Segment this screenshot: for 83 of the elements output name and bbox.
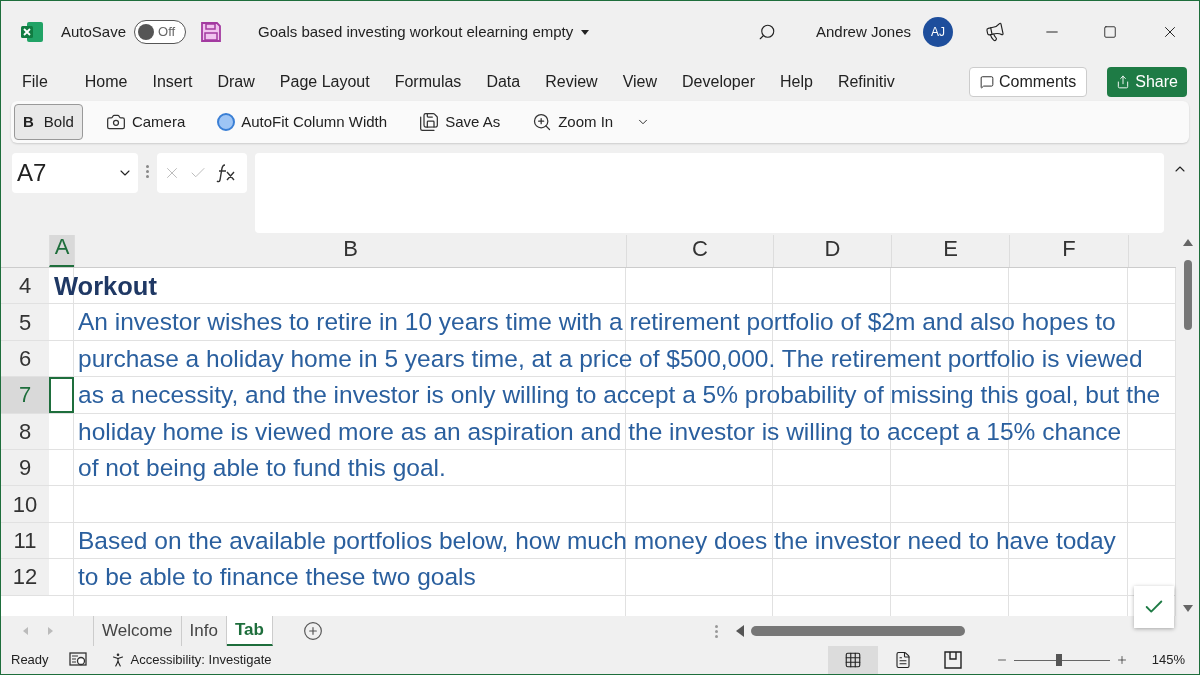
quick-analysis-popup[interactable]: [1134, 586, 1174, 628]
add-sheet-icon[interactable]: [302, 621, 323, 641]
menu-tab[interactable]: Review: [538, 67, 605, 97]
user-name: Andrew Jones: [815, 21, 911, 42]
menu-tab[interactable]: Home: [77, 67, 135, 97]
autosave-label: AutoSave: [61, 21, 127, 42]
row-header[interactable]: 7: [1, 377, 49, 413]
menu-tab[interactable]: Insert: [145, 67, 200, 97]
horizontal-scrollbar-thumb[interactable]: [750, 626, 965, 636]
column-header[interactable]: A: [49, 235, 74, 267]
cell-text: purchase a holiday home in 5 years time, at a price of $500,000. The retirement portfolio is viewed: [78, 343, 1143, 374]
menu-tab[interactable]: Developer: [675, 67, 762, 97]
column-header[interactable]: B: [74, 235, 626, 267]
column-header[interactable]: D: [773, 235, 891, 267]
save-as-icon: [419, 112, 440, 132]
row-header[interactable]: 9: [1, 449, 49, 486]
row-header[interactable]: 6: [1, 340, 49, 377]
cell-text: of not being able to fund this goal.: [78, 452, 446, 483]
grid-icon: [843, 651, 862, 669]
row-header[interactable]: 10: [1, 486, 49, 522]
name-box[interactable]: A7: [12, 153, 138, 193]
user-avatar[interactable]: AJ: [923, 17, 953, 47]
menu-tab[interactable]: Refinitiv: [830, 67, 902, 97]
page-icon: [893, 651, 912, 669]
cell-text: Based on the available portfolios below, how much money does the investor need to have today: [78, 525, 1116, 556]
autosave-toggle[interactable]: Off: [134, 20, 187, 44]
bold-icon: B: [23, 110, 34, 134]
maximize-icon[interactable]: [1103, 25, 1117, 39]
search-icon[interactable]: [757, 23, 776, 41]
view-button[interactable]: [827, 646, 878, 674]
megaphone-icon[interactable]: [983, 20, 1007, 44]
zoom-in-icon: [532, 112, 553, 132]
menu-tab[interactable]: Draw: [210, 67, 262, 97]
share-icon: [1116, 75, 1131, 89]
heading-text: Workout: [54, 271, 157, 302]
drag-handle-icon[interactable]: [146, 165, 149, 178]
row-header[interactable]: 8: [1, 413, 49, 449]
share-button[interactable]: Share: [1107, 67, 1187, 97]
excel-logo-icon: [21, 22, 43, 42]
sheet-tab[interactable]: Tab: [226, 616, 273, 646]
zoom-in-icon[interactable]: [1115, 654, 1128, 666]
splitter-handle-icon[interactable]: [714, 624, 718, 638]
row-header[interactable]: 5: [1, 304, 49, 340]
cell-reference: A7: [17, 158, 47, 188]
column-header[interactable]: E: [891, 235, 1009, 267]
row-header[interactable]: 11: [1, 522, 49, 559]
toolbar-button[interactable]: Save As: [410, 104, 510, 140]
cell-text: holiday home is viewed more as an aspiration and the investor is willing to accept a 15% chance: [78, 416, 1122, 447]
zoom-slider-thumb[interactable]: [1055, 654, 1062, 666]
vertical-scrollbar-thumb[interactable]: [1183, 260, 1192, 330]
page-break-icon: [943, 651, 962, 669]
row-header[interactable]: 12: [1, 559, 49, 595]
save-icon[interactable]: [200, 21, 223, 43]
scroll-left-icon[interactable]: [735, 625, 744, 637]
menu-tab[interactable]: File: [15, 67, 55, 97]
menu-tab[interactable]: Formulas: [387, 67, 469, 97]
accessibility-status[interactable]: Accessibility: Investigate: [130, 650, 272, 670]
cell-text: as a necessity, and the investor is only willing to accept a 5% probability of missing this goal, but the: [78, 380, 1161, 411]
menu-tab[interactable]: Help: [772, 67, 820, 97]
status-text: Ready: [11, 651, 49, 670]
cell-text: An investor wishes to retire in 10 years time with a retirement portfolio of $2m and also hopes to: [78, 307, 1116, 338]
toolbar-button[interactable]: Zoom In: [523, 104, 623, 140]
menu-tab[interactable]: Page Layout: [272, 67, 377, 97]
function-icon[interactable]: [215, 163, 237, 183]
comments-button[interactable]: Comments: [968, 67, 1088, 97]
menu-tab[interactable]: Data: [479, 67, 528, 97]
camera-icon: [105, 112, 126, 132]
toolbar-button[interactable]: AutoFit Column Width: [208, 104, 397, 140]
zoom-slider[interactable]: [1013, 654, 1110, 666]
toolbar-button[interactable]: B Bold: [14, 104, 83, 140]
document-title-dropdown[interactable]: Goals based investing workout elearning empty: [258, 20, 590, 44]
column-header[interactable]: C: [626, 235, 773, 267]
menu-tab[interactable]: View: [615, 67, 665, 97]
comment-icon: [979, 75, 994, 89]
zoom-level[interactable]: 145%: [1151, 650, 1185, 670]
dropdown-arrow-icon: [581, 29, 590, 35]
row-header[interactable]: 4: [1, 268, 49, 304]
selected-cell[interactable]: [49, 377, 74, 413]
column-header[interactable]: F: [1009, 235, 1128, 267]
toolbar-button[interactable]: Camera: [96, 104, 195, 140]
cell-text: to be able to finance these two goals: [78, 562, 476, 593]
macro-recording-icon[interactable]: [68, 652, 87, 668]
scroll-up-icon[interactable]: [1182, 239, 1193, 246]
